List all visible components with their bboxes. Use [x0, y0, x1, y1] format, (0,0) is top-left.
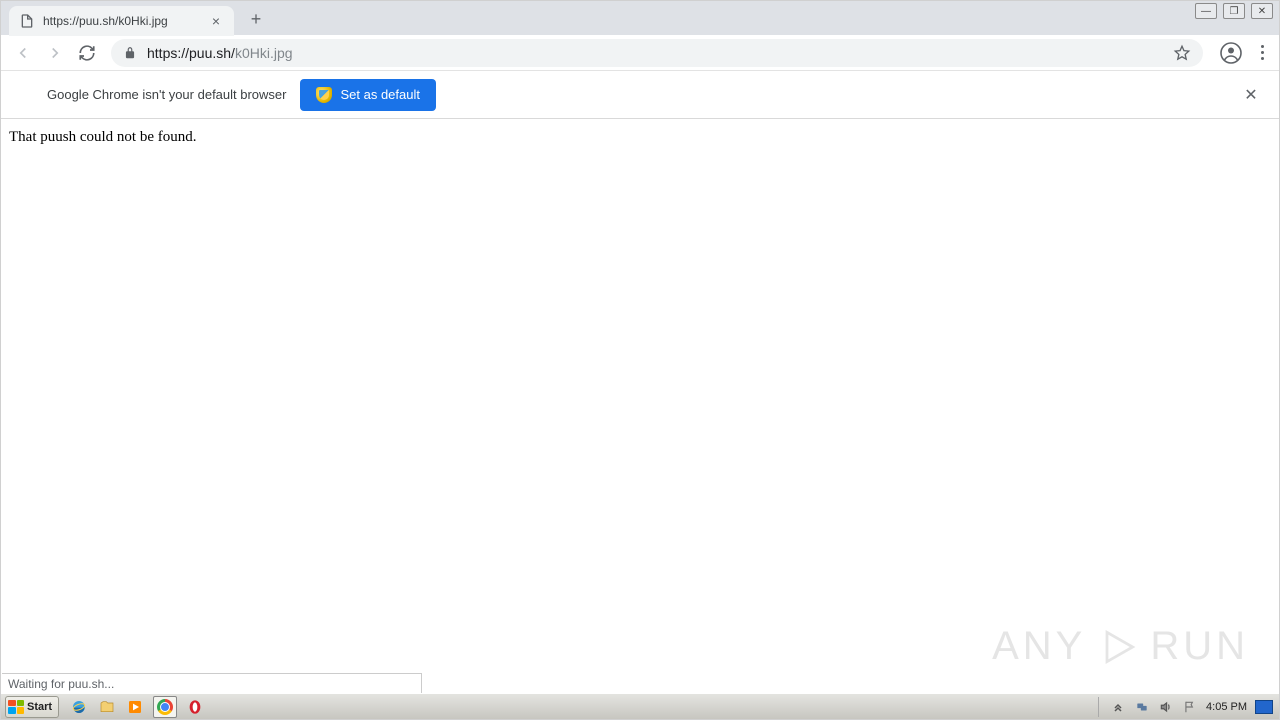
tray-expand-icon[interactable] — [1110, 699, 1126, 715]
ie-icon[interactable] — [69, 697, 89, 717]
address-bar[interactable]: https://puu.sh/k0Hki.jpg — [111, 39, 1203, 67]
tab-close-button[interactable]: × — [208, 13, 224, 29]
windows-taskbar: Start — [1, 693, 1279, 719]
new-tab-button[interactable]: + — [242, 5, 270, 33]
lock-icon — [123, 46, 137, 60]
taskbar-clock[interactable]: 4:05 PM — [1206, 701, 1247, 713]
tray-volume-icon[interactable] — [1158, 699, 1174, 715]
status-text: Waiting for puu.sh... — [8, 677, 114, 691]
watermark-right: RUN — [1150, 624, 1249, 669]
error-message: That puush could not be found. — [9, 129, 196, 145]
status-bar: Waiting for puu.sh... — [2, 673, 422, 693]
page-favicon — [19, 13, 35, 29]
tray-flag-icon[interactable] — [1182, 699, 1198, 715]
play-icon — [1096, 625, 1140, 669]
maximize-button[interactable]: ❐ — [1223, 3, 1245, 19]
url-path: k0Hki.jpg — [235, 45, 293, 61]
chrome-icon — [157, 699, 173, 715]
minimize-button[interactable]: — — [1195, 3, 1217, 19]
start-button[interactable]: Start — [5, 696, 59, 718]
show-desktop-button[interactable] — [1255, 700, 1273, 714]
url-text: https://puu.sh/k0Hki.jpg — [147, 45, 1173, 61]
system-tray: 4:05 PM — [1095, 697, 1279, 717]
default-browser-infobar: Google Chrome isn't your default browser… — [1, 71, 1279, 119]
toolbar-right — [1219, 41, 1271, 65]
taskbar-chrome-button[interactable] — [153, 696, 177, 718]
url-host: https://puu.sh/ — [147, 45, 235, 61]
explorer-icon[interactable] — [97, 697, 117, 717]
close-window-button[interactable]: ✕ — [1251, 3, 1273, 19]
chrome-logo-icon — [17, 86, 35, 104]
window-controls: — ❐ ✕ — [1195, 3, 1273, 19]
browser-window: https://puu.sh/k0Hki.jpg × + — ❐ ✕ https… — [0, 0, 1280, 720]
bookmark-star-icon[interactable] — [1173, 44, 1191, 62]
shield-icon — [316, 87, 332, 103]
tray-network-icon[interactable] — [1134, 699, 1150, 715]
browser-tab[interactable]: https://puu.sh/k0Hki.jpg × — [9, 6, 234, 36]
infobar-message: Google Chrome isn't your default browser — [47, 87, 286, 102]
quick-launch — [69, 696, 205, 718]
opera-icon[interactable] — [185, 697, 205, 717]
page-content: That puush could not be found. — [1, 119, 1279, 156]
windows-logo-icon — [8, 700, 24, 714]
start-label: Start — [27, 701, 52, 713]
forward-button[interactable] — [41, 39, 69, 67]
infobar-close-button[interactable]: ✕ — [1239, 83, 1263, 107]
tab-strip: https://puu.sh/k0Hki.jpg × + — ❐ ✕ — [1, 1, 1279, 35]
reload-button[interactable] — [73, 39, 101, 67]
set-default-button[interactable]: Set as default — [300, 79, 436, 111]
watermark-left: ANY — [992, 624, 1086, 669]
anyrun-watermark: ANY RUN — [992, 624, 1249, 669]
set-default-label: Set as default — [340, 87, 420, 102]
profile-icon[interactable] — [1219, 41, 1243, 65]
tab-title: https://puu.sh/k0Hki.jpg — [43, 14, 208, 28]
back-button[interactable] — [9, 39, 37, 67]
media-player-icon[interactable] — [125, 697, 145, 717]
toolbar: https://puu.sh/k0Hki.jpg — [1, 35, 1279, 71]
chrome-menu-button[interactable] — [1253, 44, 1271, 62]
